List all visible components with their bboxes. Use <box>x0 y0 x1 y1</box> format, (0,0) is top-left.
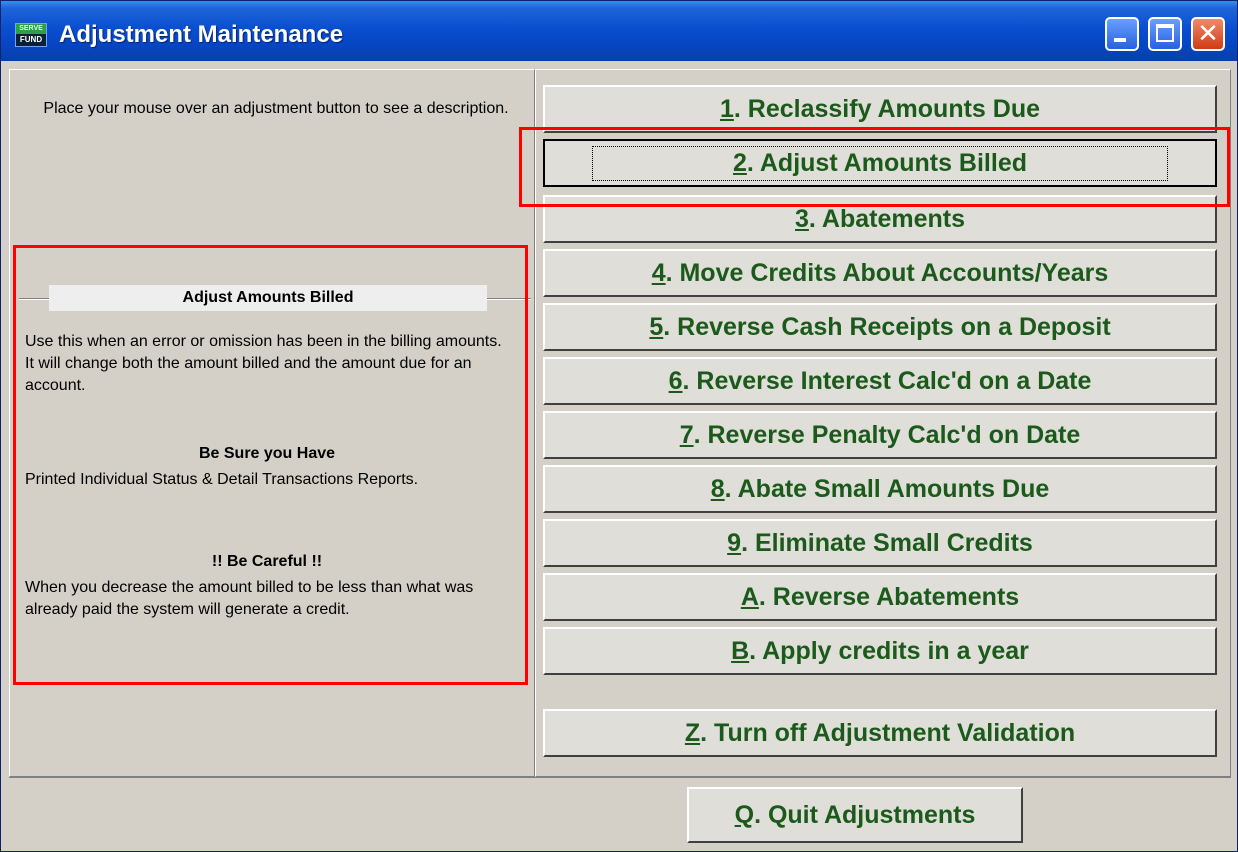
button-label: . Turn off Adjustment Validation <box>700 718 1076 747</box>
button-label: . Reverse Abatements <box>758 582 1020 611</box>
hotkey-a: A <box>740 582 759 611</box>
button-label: . Eliminate Small Credits <box>741 528 1033 557</box>
close-button[interactable]: ✕ <box>1191 17 1225 51</box>
window-title: Adjustment Maintenance <box>59 21 344 48</box>
hotkey-1: 1 <box>719 94 734 123</box>
reverse-penalty-button[interactable]: 7. Reverse Penalty Calc'd on Date <box>543 411 1217 459</box>
app-icon: SERVE FUND <box>15 23 47 47</box>
button-label: . Reclassify Amounts Due <box>733 94 1040 123</box>
hotkey-b: B <box>731 636 750 665</box>
bottom-area <box>9 777 1231 848</box>
hotkey-5: 5 <box>649 312 664 341</box>
quit-adjustments-button[interactable]: Q. Quit Adjustments <box>687 787 1023 843</box>
hotkey-8: 8 <box>710 474 725 503</box>
apply-credits-button[interactable]: B. Apply credits in a year <box>543 627 1217 675</box>
reverse-cash-receipts-button[interactable]: 5. Reverse Cash Receipts on a Deposit <box>543 303 1217 351</box>
hotkey-3: 3 <box>795 204 809 233</box>
abate-small-amounts-button[interactable]: 8. Abate Small Amounts Due <box>543 465 1217 513</box>
hotkey-q: Q <box>734 800 755 829</box>
minimize-icon <box>1114 38 1126 42</box>
close-icon: ✕ <box>1197 19 1219 49</box>
button-label: . Apply credits in a year <box>749 636 1029 665</box>
button-label: . Abatements <box>808 204 965 233</box>
hotkey-z: Z <box>684 718 701 747</box>
button-label: . Move Credits About Accounts/Years <box>665 258 1109 287</box>
maximize-button[interactable] <box>1148 17 1182 51</box>
reclassify-amounts-due-button[interactable]: 1. Reclassify Amounts Due <box>543 85 1217 133</box>
button-label: . Reverse Penalty Calc'd on Date <box>693 420 1081 449</box>
button-label: . Reverse Interest Calc'd on a Date <box>682 366 1092 395</box>
button-label: . Quit Adjustments <box>754 800 976 829</box>
selected-button-highlight-box <box>519 127 1230 207</box>
eliminate-small-credits-button[interactable]: 9. Eliminate Small Credits <box>543 519 1217 567</box>
hover-hint-text: Place your mouse over an adjustment butt… <box>43 100 509 117</box>
button-label: . Abate Small Amounts Due <box>724 474 1050 503</box>
reverse-interest-button[interactable]: 6. Reverse Interest Calc'd on a Date <box>543 357 1217 405</box>
hotkey-7: 7 <box>679 420 694 449</box>
app-icon-top-text: SERVE <box>16 24 46 34</box>
maximize-icon <box>1156 24 1174 42</box>
hotkey-4: 4 <box>651 258 666 287</box>
hotkey-6: 6 <box>668 366 683 395</box>
title-bar[interactable]: SERVE FUND Adjustment Maintenance ✕ <box>1 1 1237 61</box>
adjustment-maintenance-window: SERVE FUND Adjustment Maintenance ✕ Plac… <box>0 0 1238 852</box>
description-highlight-box <box>13 245 528 685</box>
move-credits-button[interactable]: 4. Move Credits About Accounts/Years <box>543 249 1217 297</box>
minimize-button[interactable] <box>1105 17 1139 51</box>
app-icon-bottom-text: FUND <box>19 35 43 44</box>
reverse-abatements-button[interactable]: A. Reverse Abatements <box>543 573 1217 621</box>
hotkey-9: 9 <box>727 528 742 557</box>
turn-off-validation-button[interactable]: Z. Turn off Adjustment Validation <box>543 709 1217 757</box>
button-label: . Reverse Cash Receipts on a Deposit <box>663 312 1111 341</box>
